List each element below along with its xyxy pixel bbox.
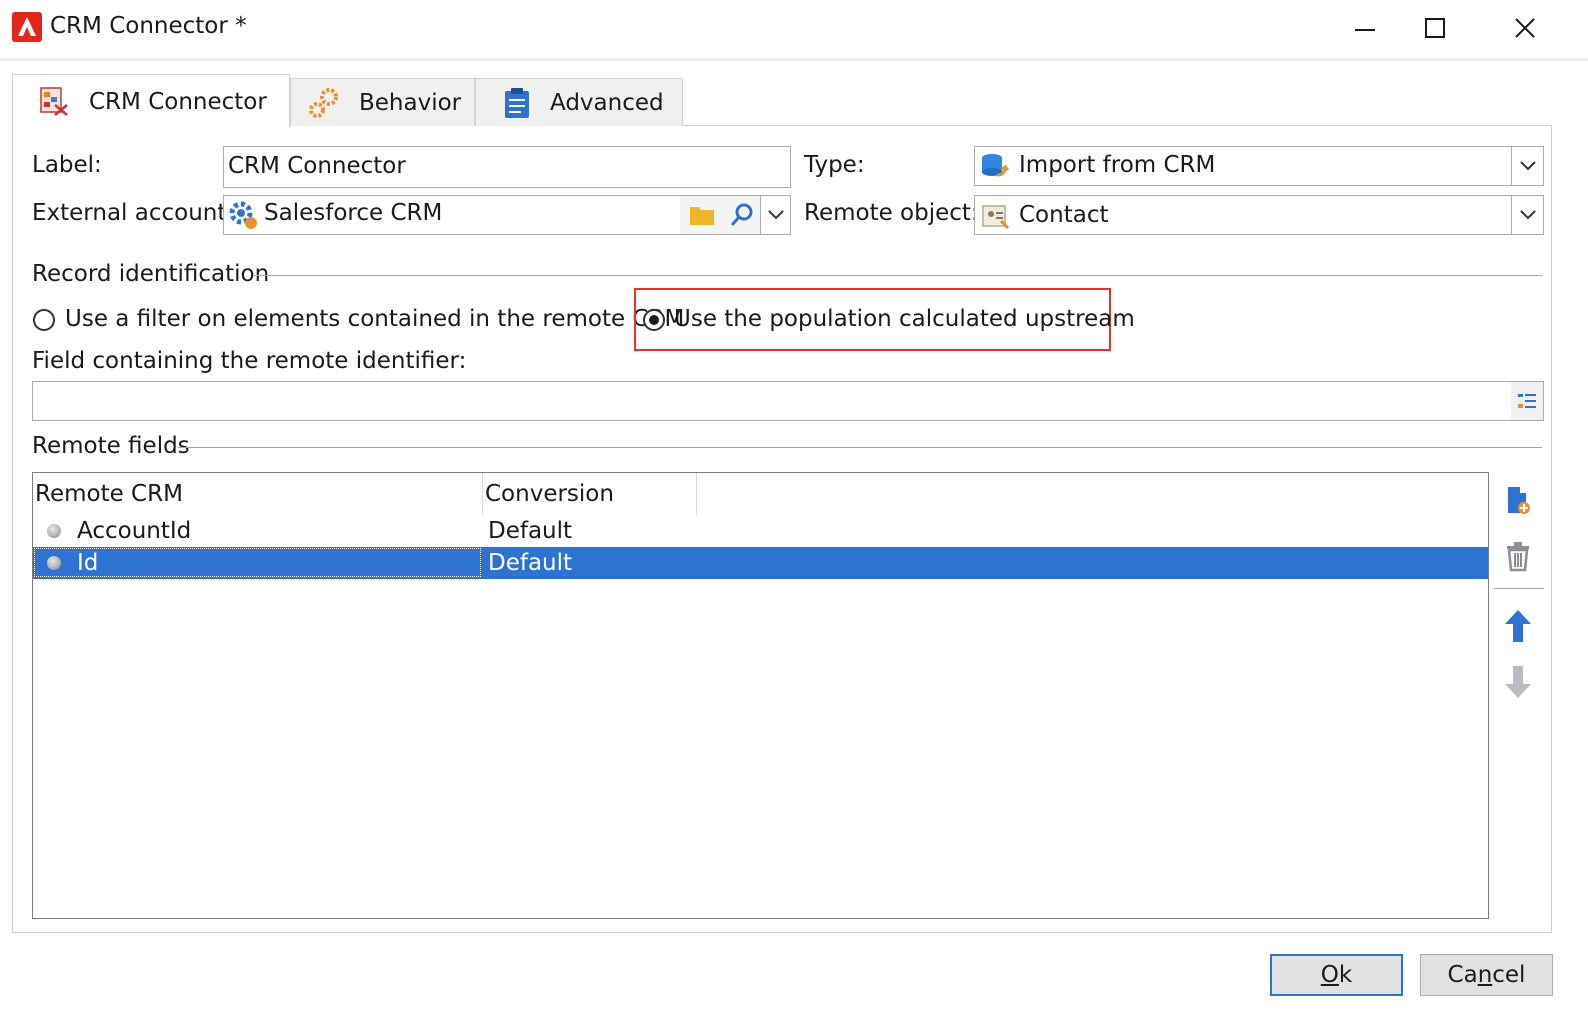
external-account-dropdown-button[interactable] xyxy=(760,196,790,234)
database-import-icon xyxy=(979,151,1011,185)
cancel-label-prefix: Ca xyxy=(1447,962,1478,988)
chevron-down-icon xyxy=(768,210,784,220)
radio-population-label[interactable]: Use the population calculated upstream xyxy=(674,306,1135,332)
remote-field-name: Id xyxy=(77,550,99,576)
tab-advanced[interactable]: Advanced xyxy=(475,78,683,126)
radio-filter-label[interactable]: Use a filter on elements contained in th… xyxy=(65,306,684,332)
adobe-app-icon xyxy=(12,12,42,42)
tab-label: CRM Connector xyxy=(89,88,267,115)
external-account-caption: External account: xyxy=(32,200,235,226)
arrow-down-icon xyxy=(1505,666,1531,698)
clipboard-icon xyxy=(502,86,532,120)
crm-connector-icon xyxy=(37,85,71,119)
type-caption: Type: xyxy=(804,152,865,178)
type-select[interactable]: Import from CRM xyxy=(974,146,1544,186)
tab-behavior[interactable]: Behavior xyxy=(290,78,475,126)
tab-label: Advanced xyxy=(550,89,664,116)
radio-population-option[interactable] xyxy=(643,309,665,331)
bullet-icon xyxy=(47,515,61,547)
contact-icon xyxy=(980,201,1010,234)
chevron-down-icon xyxy=(1520,210,1536,220)
remote-object-select[interactable]: Contact xyxy=(974,195,1544,235)
tab-crm-connector[interactable]: CRM Connector xyxy=(12,74,290,128)
list-edit-icon xyxy=(1518,394,1536,408)
add-field-button[interactable] xyxy=(1498,480,1538,520)
toolbar-separator xyxy=(1494,588,1544,589)
close-icon xyxy=(1515,17,1535,38)
cancel-label-rest: cel xyxy=(1492,962,1526,988)
move-up-button[interactable] xyxy=(1498,606,1538,646)
cancel-button[interactable]: Ca n cel xyxy=(1420,954,1553,996)
add-field-icon xyxy=(1508,487,1530,514)
record-identification-title: Record identification xyxy=(32,261,270,287)
label-caption: Label: xyxy=(32,152,102,178)
type-value: Import from CRM xyxy=(1019,152,1216,178)
section-divider xyxy=(178,447,1542,448)
ok-label-mnemonic: O xyxy=(1320,962,1339,988)
edit-expression-button[interactable] xyxy=(1511,382,1543,420)
move-down-button[interactable] xyxy=(1498,662,1538,702)
bullet-icon xyxy=(47,547,61,579)
window-title: CRM Connector * xyxy=(50,13,247,39)
external-account-icon xyxy=(227,199,259,234)
table-row[interactable]: AccountId Default xyxy=(33,515,1488,547)
remote-object-value: Contact xyxy=(1019,202,1109,228)
folder-icon xyxy=(690,207,714,225)
remote-fields-title: Remote fields xyxy=(32,433,190,459)
cancel-label-mnemonic: n xyxy=(1477,962,1493,988)
remote-object-dropdown-button[interactable] xyxy=(1511,196,1543,234)
remote-identifier-caption: Field containing the remote identifier: xyxy=(32,348,467,374)
minimize-icon xyxy=(1355,28,1375,31)
conversion-value: Default xyxy=(488,550,573,576)
external-account-field[interactable]: Salesforce CRM xyxy=(223,195,791,235)
arrow-up-icon xyxy=(1505,610,1531,642)
close-button[interactable] xyxy=(1480,0,1570,55)
maximize-button[interactable] xyxy=(1390,0,1480,55)
remote-field-name: AccountId xyxy=(77,518,192,544)
chevron-down-icon xyxy=(1520,161,1536,171)
radio-filter-option[interactable] xyxy=(33,309,55,331)
label-input[interactable]: CRM Connector xyxy=(223,146,791,188)
gears-icon xyxy=(307,86,341,120)
conversion-value: Default xyxy=(488,518,573,544)
search-account-button[interactable] xyxy=(724,196,760,234)
focus-rect xyxy=(34,548,481,577)
search-icon xyxy=(730,203,753,226)
tab-label: Behavior xyxy=(359,89,462,116)
browse-folder-button[interactable] xyxy=(680,196,724,234)
maximize-icon xyxy=(1425,17,1445,38)
section-divider xyxy=(254,275,1542,276)
remote-object-caption: Remote object: xyxy=(804,200,979,226)
ok-button[interactable]: Ok xyxy=(1270,954,1403,996)
column-header-conversion[interactable]: Conversion xyxy=(483,473,697,515)
external-account-value: Salesforce CRM xyxy=(264,200,443,226)
title-separator xyxy=(0,58,1588,61)
delete-button[interactable] xyxy=(1498,536,1538,576)
trash-icon xyxy=(1507,542,1529,572)
type-dropdown-button[interactable] xyxy=(1511,147,1543,185)
ok-label-rest: k xyxy=(1338,962,1353,988)
remote-identifier-field[interactable] xyxy=(32,381,1544,421)
remote-fields-grid: Remote CRM Conversion AccountId Default … xyxy=(32,472,1489,919)
column-header-remote-crm[interactable]: Remote CRM xyxy=(33,473,483,515)
table-row[interactable]: Id Default xyxy=(33,547,1488,579)
